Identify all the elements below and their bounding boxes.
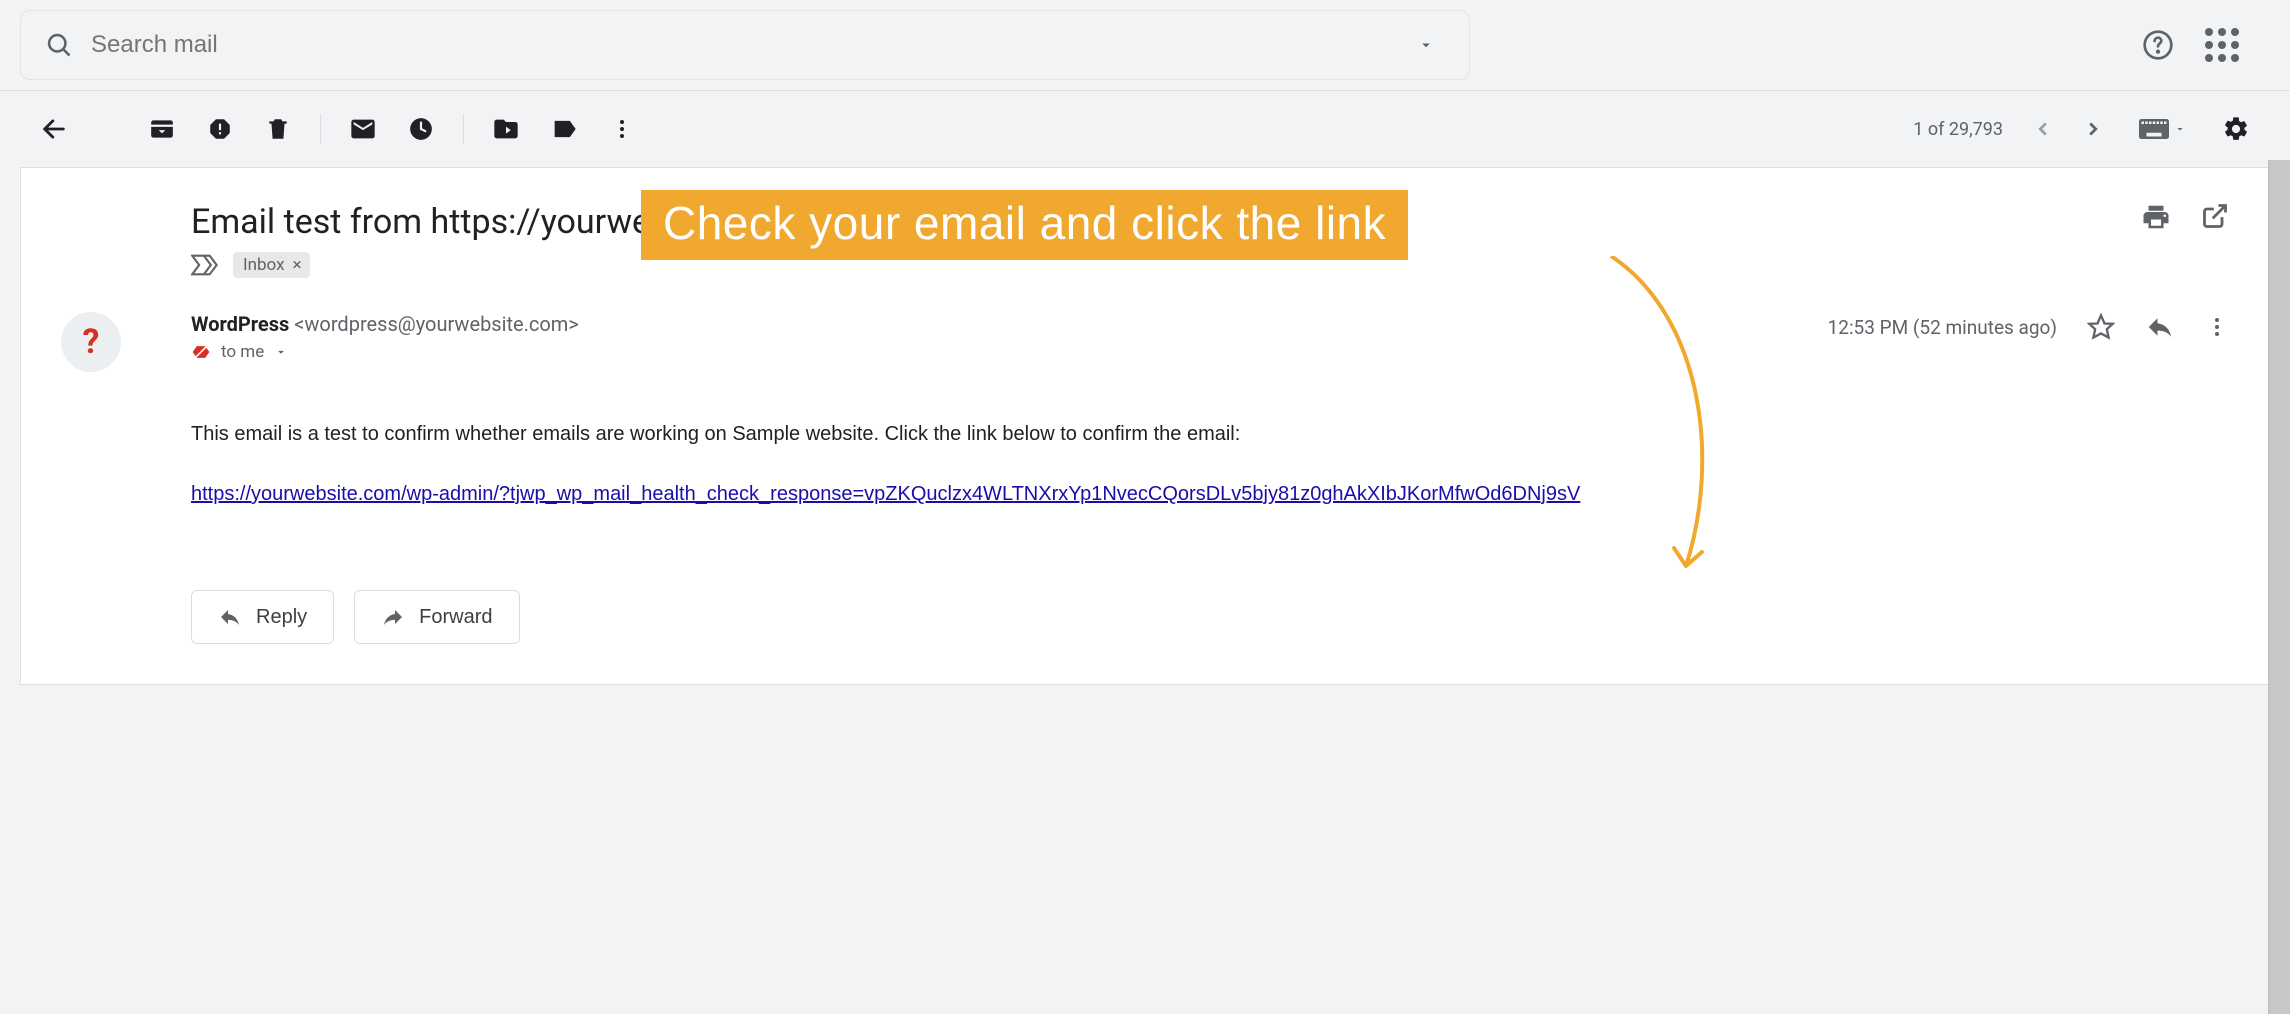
print-icon[interactable] (2141, 202, 2171, 232)
forward-button[interactable]: Forward (354, 590, 519, 644)
next-message-icon[interactable] (2073, 109, 2113, 149)
search-input[interactable] (91, 31, 1397, 59)
support-icon[interactable] (2140, 27, 2176, 63)
body-intro: This email is a test to confirm whether … (191, 418, 2229, 450)
reply-button[interactable]: Reply (191, 590, 334, 644)
sender-row: ? WordPress <wordpress@yourwebsite.com> … (61, 312, 2229, 372)
search-icon (35, 31, 91, 59)
search-options-caret-icon[interactable] (1397, 36, 1455, 54)
annotation-banner: Check your email and click the link (641, 190, 1408, 260)
message-body: This email is a test to confirm whether … (61, 418, 2229, 510)
forward-button-label: Forward (419, 606, 492, 629)
apps-grid-icon[interactable] (2204, 27, 2240, 63)
archive-icon[interactable] (138, 105, 186, 153)
toolbar-divider (320, 114, 321, 144)
message-card: Email test from https://yourwebsite.com … (20, 167, 2270, 685)
reply-actions: Reply Forward (61, 590, 2229, 644)
message-more-icon[interactable] (2205, 315, 2229, 339)
label-chip-text: Inbox (243, 255, 285, 275)
no-tls-icon (191, 342, 211, 362)
mark-unread-icon[interactable] (339, 105, 387, 153)
labels-icon[interactable] (540, 105, 588, 153)
snooze-icon[interactable] (397, 105, 445, 153)
toolbar: 1 of 29,793 (0, 91, 2290, 167)
toolbar-divider (463, 114, 464, 144)
search-box[interactable] (20, 10, 1470, 80)
back-icon[interactable] (30, 105, 78, 153)
confirmation-link[interactable]: https://yourwebsite.com/wp-admin/?tjwp_w… (191, 478, 1580, 510)
reply-icon[interactable] (2145, 312, 2175, 342)
sender-address: <wordpress@yourwebsite.com> (294, 312, 579, 336)
settings-gear-icon[interactable] (2212, 105, 2260, 153)
header-right (2140, 27, 2270, 63)
report-spam-icon[interactable] (196, 105, 244, 153)
prev-message-icon[interactable] (2023, 109, 2063, 149)
message-meta: 12:53 PM (52 minutes ago) (1828, 312, 2229, 342)
remove-label-icon[interactable]: × (293, 255, 302, 275)
delete-icon[interactable] (254, 105, 302, 153)
open-new-window-icon[interactable] (2201, 202, 2229, 232)
forward-arrow-icon (381, 605, 405, 629)
star-icon[interactable] (2087, 313, 2115, 341)
subject-actions (2141, 202, 2229, 232)
input-tool-icon[interactable] (2139, 118, 2186, 140)
reply-button-label: Reply (256, 606, 307, 629)
sender-name: WordPress (191, 312, 289, 336)
avatar-col: ? (61, 312, 191, 372)
move-to-icon[interactable] (482, 105, 530, 153)
recipient-text: to me (221, 342, 264, 362)
reply-arrow-icon (218, 605, 242, 629)
avatar-unknown-icon: ? (83, 322, 100, 362)
recipient-line[interactable]: to me (191, 342, 1828, 362)
sender-avatar[interactable]: ? (61, 312, 121, 372)
sender-line: WordPress <wordpress@yourwebsite.com> (191, 312, 1828, 336)
important-marker-icon[interactable] (191, 254, 219, 276)
more-icon[interactable] (598, 105, 646, 153)
thread-count: 1 of 29,793 (1913, 119, 2003, 140)
recipient-expand-icon[interactable] (274, 345, 288, 359)
scrollbar[interactable] (2268, 160, 2290, 1014)
label-chip-inbox[interactable]: Inbox × (233, 252, 310, 278)
message-time: 12:53 PM (52 minutes ago) (1828, 316, 2057, 339)
header-row (0, 0, 2290, 91)
sender-main: WordPress <wordpress@yourwebsite.com> to… (191, 312, 1828, 362)
